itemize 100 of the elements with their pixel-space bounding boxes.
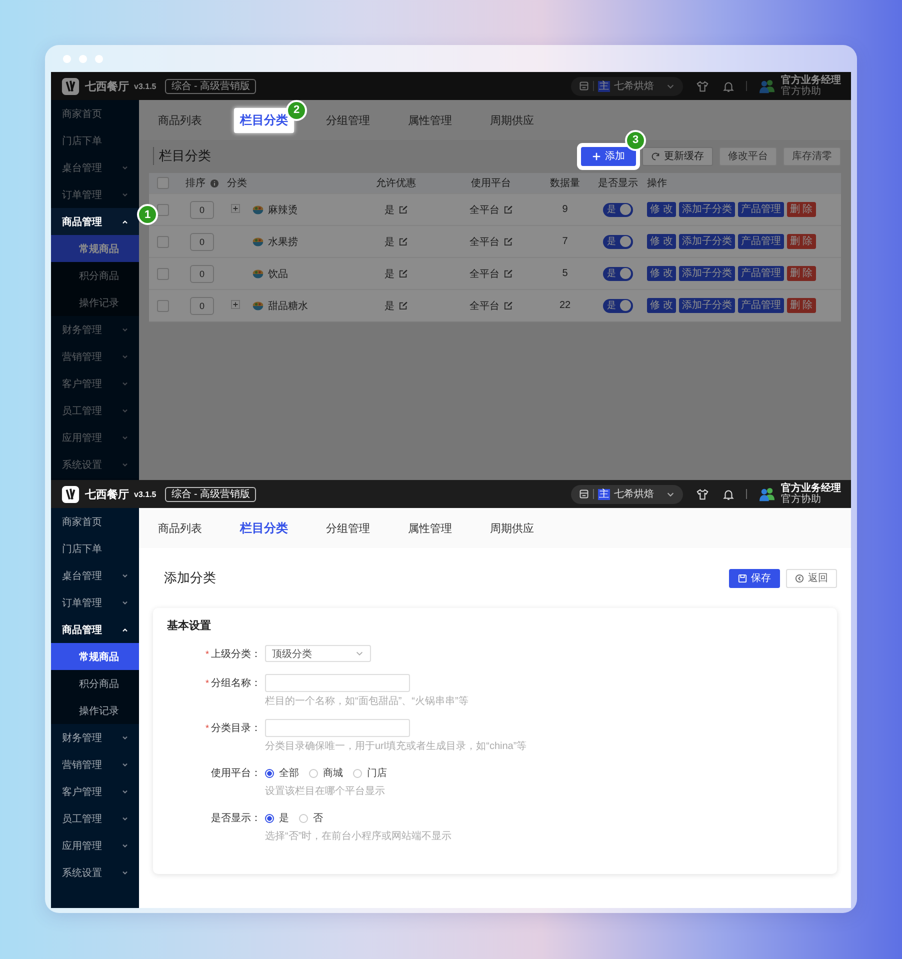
window-dot[interactable]: [63, 54, 71, 62]
window-dot[interactable]: [95, 54, 103, 62]
window-dot[interactable]: [79, 54, 87, 62]
food-icon: [252, 268, 264, 280]
row-action-button[interactable]: 修 改: [647, 266, 676, 281]
field-hint: 分类目录确保唯一，用于url填充或者生成目录，如“china”等: [265, 740, 527, 753]
field-label: 使用平台：: [211, 766, 261, 780]
expand-icon[interactable]: [231, 300, 240, 309]
row-action-button[interactable]: 删 除: [786, 202, 816, 217]
sort-input[interactable]: 0: [190, 200, 214, 218]
radio-option[interactable]: 商城: [309, 766, 343, 780]
edit-icon[interactable]: [398, 205, 408, 214]
display-toggle[interactable]: 是: [603, 266, 633, 280]
table-cell-text: 全平台: [470, 236, 500, 248]
tab[interactable]: 属性管理: [395, 516, 465, 540]
row-action-button[interactable]: 删 除: [786, 266, 816, 281]
field-hint: 栏目的一个名称，如“面包甜品”、“火锅串串”等: [265, 694, 468, 708]
store-name: 七希烘焙: [614, 80, 654, 93]
tab[interactable]: 周期供应: [477, 516, 547, 540]
tab[interactable]: 商品列表: [145, 108, 215, 132]
parent-category-select[interactable]: 顶级分类: [265, 645, 371, 662]
tab[interactable]: 分组管理: [313, 108, 383, 132]
tab[interactable]: 分组管理: [313, 516, 383, 540]
radio-option[interactable]: 是: [265, 811, 289, 825]
sidebar-subitem[interactable]: 积分商品: [51, 670, 139, 697]
tab[interactable]: 属性管理: [395, 108, 465, 132]
row-checkbox[interactable]: [157, 204, 169, 216]
select-all-checkbox[interactable]: [157, 177, 169, 189]
tab[interactable]: 周期供应: [477, 108, 547, 132]
form-action-button[interactable]: 返回: [786, 568, 837, 588]
store-icon: [579, 81, 589, 91]
category-name: 饮品: [268, 268, 288, 280]
sidebar-subitem[interactable]: 常规商品: [51, 235, 139, 262]
edit-icon[interactable]: [504, 301, 512, 310]
radio-option[interactable]: 门店: [353, 766, 387, 780]
store-selector[interactable]: 主 七希烘焙: [571, 76, 683, 96]
row-checkbox[interactable]: [157, 268, 169, 280]
radio-option[interactable]: 全部: [265, 766, 299, 780]
table-cell-text: 是: [384, 268, 394, 280]
edit-icon[interactable]: [398, 301, 408, 310]
row-action-button[interactable]: 修 改: [647, 234, 676, 249]
display-toggle[interactable]: 是: [603, 202, 633, 216]
category-name: 甜品糖水: [268, 300, 308, 312]
user-role: 官方协助: [781, 494, 822, 505]
tab[interactable]: 栏目分类: [234, 108, 294, 132]
avatar-icon: [758, 78, 776, 94]
row-action-button[interactable]: 修 改: [647, 298, 676, 313]
radio-option[interactable]: 否: [299, 811, 323, 825]
sort-input[interactable]: 0: [190, 232, 214, 250]
toolbar-button[interactable]: 更新缓存: [642, 146, 713, 166]
logo-icon: [61, 484, 80, 504]
shirt-icon[interactable]: [696, 488, 709, 500]
bell-icon[interactable]: [722, 488, 735, 500]
row-action-button[interactable]: 删 除: [786, 298, 816, 313]
edit-icon[interactable]: [398, 237, 408, 246]
sort-input[interactable]: 0: [190, 264, 214, 282]
store-selector[interactable]: 主 七希烘焙: [571, 484, 683, 504]
sidebar-subitem[interactable]: 操作记录: [51, 697, 139, 724]
sidebar-subitem[interactable]: 积分商品: [51, 262, 139, 289]
edit-icon[interactable]: [398, 269, 408, 278]
row-checkbox[interactable]: [157, 236, 169, 248]
row-checkbox[interactable]: [157, 300, 169, 312]
row-action-button[interactable]: 产品管理: [738, 266, 784, 281]
expand-icon[interactable]: [231, 204, 240, 213]
input-field[interactable]: [265, 674, 410, 692]
display-toggle[interactable]: 是: [603, 234, 633, 248]
edit-icon[interactable]: [504, 269, 512, 278]
row-action-button[interactable]: 修 改: [647, 202, 676, 217]
edit-icon[interactable]: [504, 237, 512, 246]
user-name: 官方业务经理: [781, 75, 841, 86]
version-label: v3.1.5: [134, 490, 156, 498]
edit-icon[interactable]: [504, 205, 512, 214]
sidebar-subitem[interactable]: 操作记录: [51, 289, 139, 316]
row-action-button[interactable]: 添加子分类: [678, 202, 735, 217]
display-toggle[interactable]: 是: [603, 298, 633, 312]
row-action-button[interactable]: 删 除: [786, 234, 816, 249]
column-header: 操作: [647, 177, 667, 190]
sidebar-subitem[interactable]: 常规商品: [51, 643, 139, 670]
field-hint: 选择“否”时，在前台小程序或网站端不显示: [265, 830, 452, 843]
column-header: 数据量: [550, 177, 580, 190]
tab[interactable]: 栏目分类: [227, 516, 301, 540]
row-action-button[interactable]: 产品管理: [738, 202, 784, 217]
form-action-button[interactable]: 保存: [729, 568, 780, 588]
sidebar-item[interactable]: 商品管理: [51, 208, 139, 235]
input-field[interactable]: [265, 719, 410, 737]
column-header: 排序: [186, 176, 206, 190]
row-action-button[interactable]: 添加子分类: [678, 298, 735, 313]
page-title: 添加分类: [164, 569, 216, 587]
row-action-button[interactable]: 添加子分类: [678, 266, 735, 281]
row-action-button[interactable]: 产品管理: [738, 298, 784, 313]
category-name: 水果捞: [268, 236, 298, 248]
food-icon: [252, 300, 264, 312]
column-header: 分类: [227, 176, 247, 190]
row-action-button[interactable]: 产品管理: [738, 234, 784, 249]
table-cell-text: 是: [384, 300, 394, 312]
row-action-button[interactable]: 添加子分类: [678, 234, 735, 249]
store-badge: 主: [598, 488, 610, 500]
tab[interactable]: 商品列表: [145, 516, 215, 540]
store-icon: [579, 489, 589, 499]
sort-input[interactable]: 0: [190, 296, 214, 314]
